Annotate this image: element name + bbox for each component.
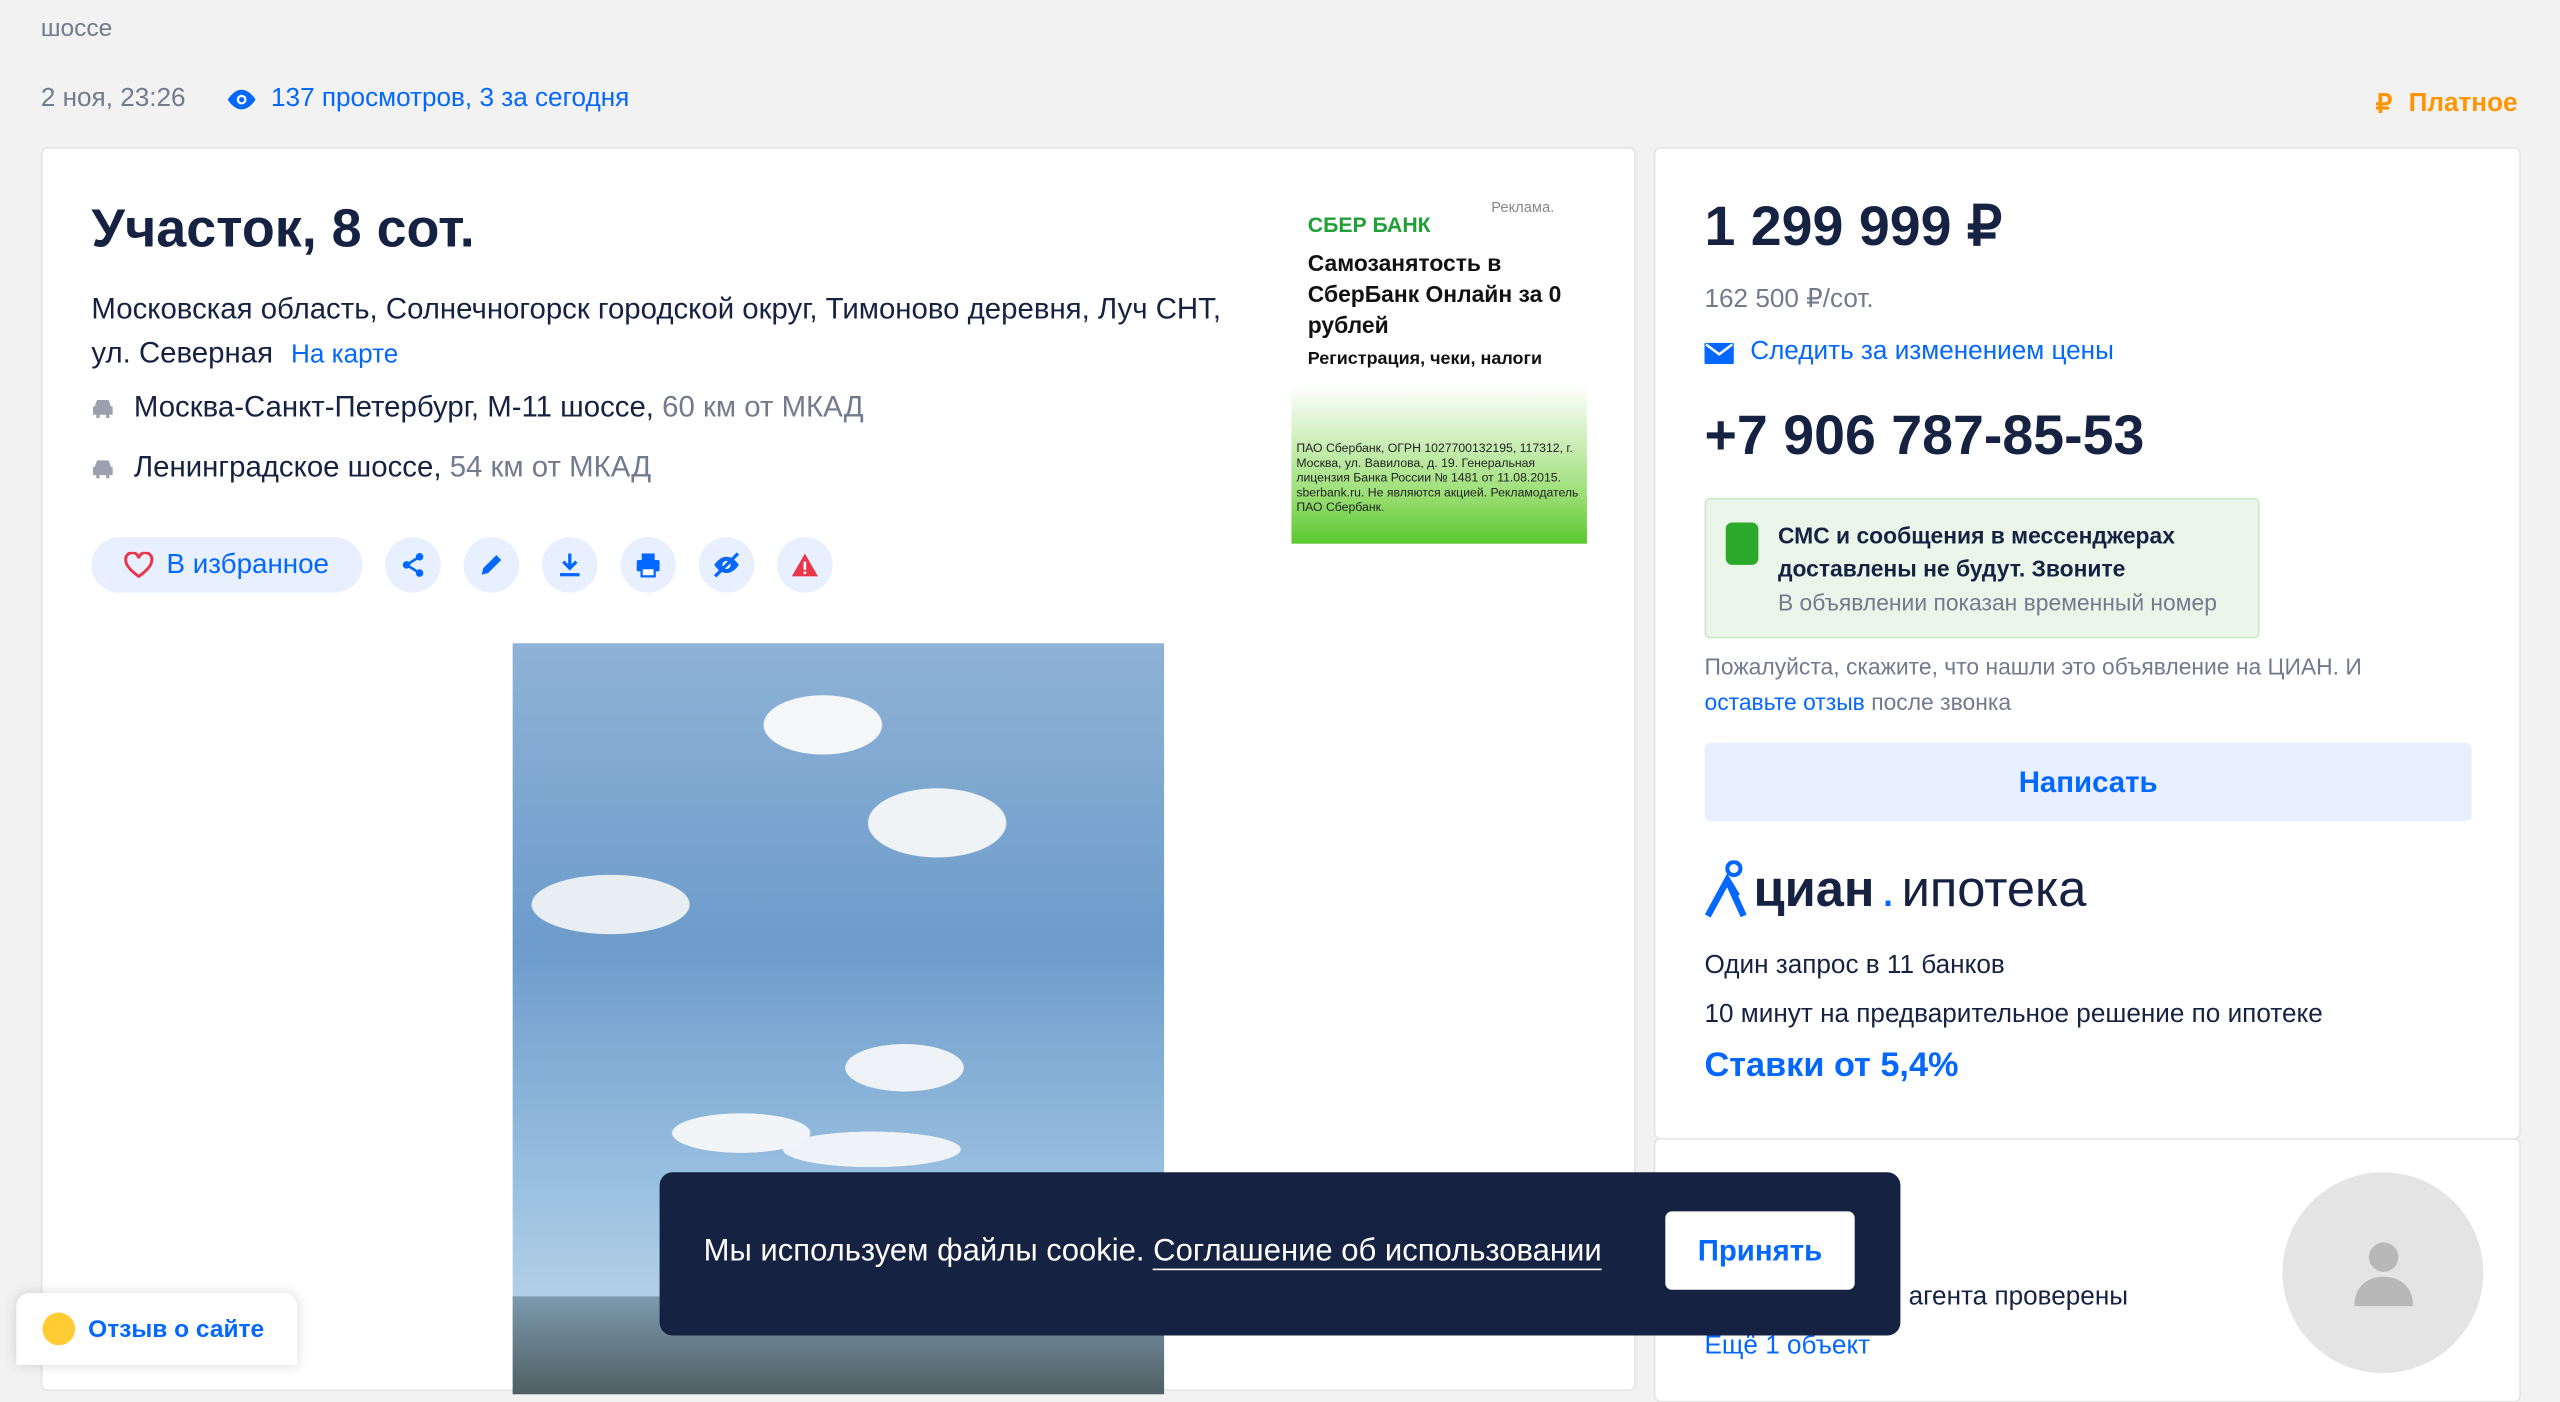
user-icon (2353, 1241, 2413, 1306)
phone-lock-icon (1725, 522, 1759, 565)
emoji-icon (42, 1312, 76, 1346)
follow-price-label: Следить за изменением цены (1750, 337, 2114, 366)
share-button[interactable] (384, 537, 440, 593)
logo-dot: . (1880, 860, 1896, 918)
leave-review-link[interactable]: оставьте отзыв (1704, 689, 1864, 715)
print-button[interactable] (619, 537, 676, 593)
avatar[interactable] (2282, 1172, 2484, 1374)
mortgage-line-2: 10 минут на предварительное решение по и… (1704, 1000, 2323, 1029)
listing-address: Московская область, Солнечногорск городс… (91, 287, 1234, 377)
accept-cookies-button[interactable]: Принять (1665, 1211, 1855, 1290)
price-per-unit: 162 500 ₽/сот. (1704, 285, 1874, 314)
road-distance: 54 км от МКАД (449, 450, 652, 484)
views-text: 137 просмотров, 3 за сегодня (271, 84, 630, 113)
printer-icon (635, 553, 659, 578)
cian-mortgage-logo[interactable]: циан. ипотека (1704, 860, 2086, 919)
download-icon (559, 553, 579, 577)
cookie-banner: Мы используем файлы cookie. Соглашение о… (659, 1172, 1901, 1336)
more-objects-link[interactable]: Ещё 1 объект (1704, 1332, 1870, 1361)
road-name: Ленинградское шоссе, (133, 450, 442, 484)
temp-number-notice: СМС и сообщения в мессенджерах доставлен… (1704, 497, 2260, 639)
address-overflow-text: шоссе (40, 14, 113, 43)
cookie-message: Мы используем файлы cookie. (703, 1234, 1145, 1269)
mortgage-line-1: Один запрос в 11 банков (1704, 951, 2005, 980)
edit-button[interactable] (462, 537, 519, 593)
cian-logo-icon (1704, 860, 1747, 918)
ad-fine-print: ПАО Сбербанк, ОГРН 1027700132195, 117312… (1296, 440, 1579, 515)
report-button[interactable] (776, 537, 832, 593)
paid-label: Платное (2408, 89, 2518, 118)
road-item: Москва-Санкт-Петербург, М-11 шоссе, 60 к… (91, 390, 864, 424)
favorite-button[interactable]: В избранное (91, 537, 362, 593)
feedback-label: Отзыв о сайте (88, 1315, 265, 1343)
ad-tag: Реклама. (1491, 199, 1555, 216)
ad-headline: Самозанятость в СберБанк Онлайн за 0 руб… (1307, 249, 1562, 338)
notice-title: СМС и сообщения в мессенджерах доставлен… (1777, 522, 2175, 582)
publish-date: 2 ноя, 23:26 (40, 84, 186, 113)
eye-icon (227, 89, 256, 110)
ruble-icon: ₽ (2375, 91, 2393, 120)
ad-subline: Регистрация, чеки, налоги (1307, 349, 1543, 369)
logo-cian: циан (1753, 860, 1875, 918)
warning-icon (791, 553, 818, 577)
mail-icon (1704, 342, 1734, 364)
heart-icon (124, 551, 154, 578)
road-name: Москва-Санкт-Петербург, М-11 шоссе, (133, 390, 654, 423)
cookie-text: Мы используем файлы cookie. Соглашение о… (703, 1234, 1602, 1271)
site-feedback-button[interactable]: Отзыв о сайте (16, 1293, 298, 1365)
review-prompt-text: Пожалуйста, скажите, что нашли это объяв… (1704, 653, 2362, 680)
sberbank-ad-banner[interactable]: Реклама. СБЕР БАНК Самозанятость в СберБ… (1291, 192, 1587, 544)
cookie-agreement-link[interactable]: Соглашение об использовании (1153, 1234, 1602, 1271)
ad-brand-logo: СБЕР БАНК (1307, 212, 1431, 237)
mortgage-rate-link[interactable]: Ставки от 5,4% (1704, 1047, 1958, 1086)
paid-badge: ₽ Платное (2376, 88, 2518, 121)
pencil-icon (480, 555, 501, 575)
review-prompt-suffix: после звонка (1871, 688, 2012, 716)
car-icon (93, 399, 113, 418)
road-item: Ленинградское шоссе, 54 км от МКАД (91, 451, 651, 485)
car-icon (93, 459, 113, 478)
price: 1 299 999 ₽ (1704, 195, 2003, 258)
logo-ipoteka: ипотека (1901, 860, 2087, 918)
favorite-label: В избранное (166, 548, 329, 580)
agent-verified-text: агента проверены (1908, 1283, 2129, 1312)
follow-price-link[interactable]: Следить за изменением цены (1704, 337, 2114, 367)
road-distance: 60 км от МКАД (662, 390, 864, 423)
map-link[interactable]: На карте (291, 341, 398, 369)
price-sidebar: 1 299 999 ₽ 162 500 ₽/сот. Следить за из… (1653, 146, 2521, 1140)
hide-button[interactable] (697, 537, 754, 593)
listing-title: Участок, 8 сот. (91, 197, 475, 258)
address-text: Московская область, Солнечногорск городс… (91, 292, 1222, 369)
action-bar: В избранное (91, 537, 832, 593)
review-prompt: Пожалуйста, скажите, что нашли это объяв… (1704, 648, 2455, 720)
download-button[interactable] (541, 537, 597, 593)
views-link[interactable]: 137 просмотров, 3 за сегодня (225, 85, 629, 114)
eye-off-icon (713, 552, 739, 578)
share-icon (401, 552, 423, 577)
notice-subtitle: В объявлении показан временный номер (1777, 589, 2217, 616)
write-button[interactable]: Написать (1704, 742, 2472, 822)
phone-number[interactable]: +7 906 787-85-53 (1704, 405, 2144, 469)
